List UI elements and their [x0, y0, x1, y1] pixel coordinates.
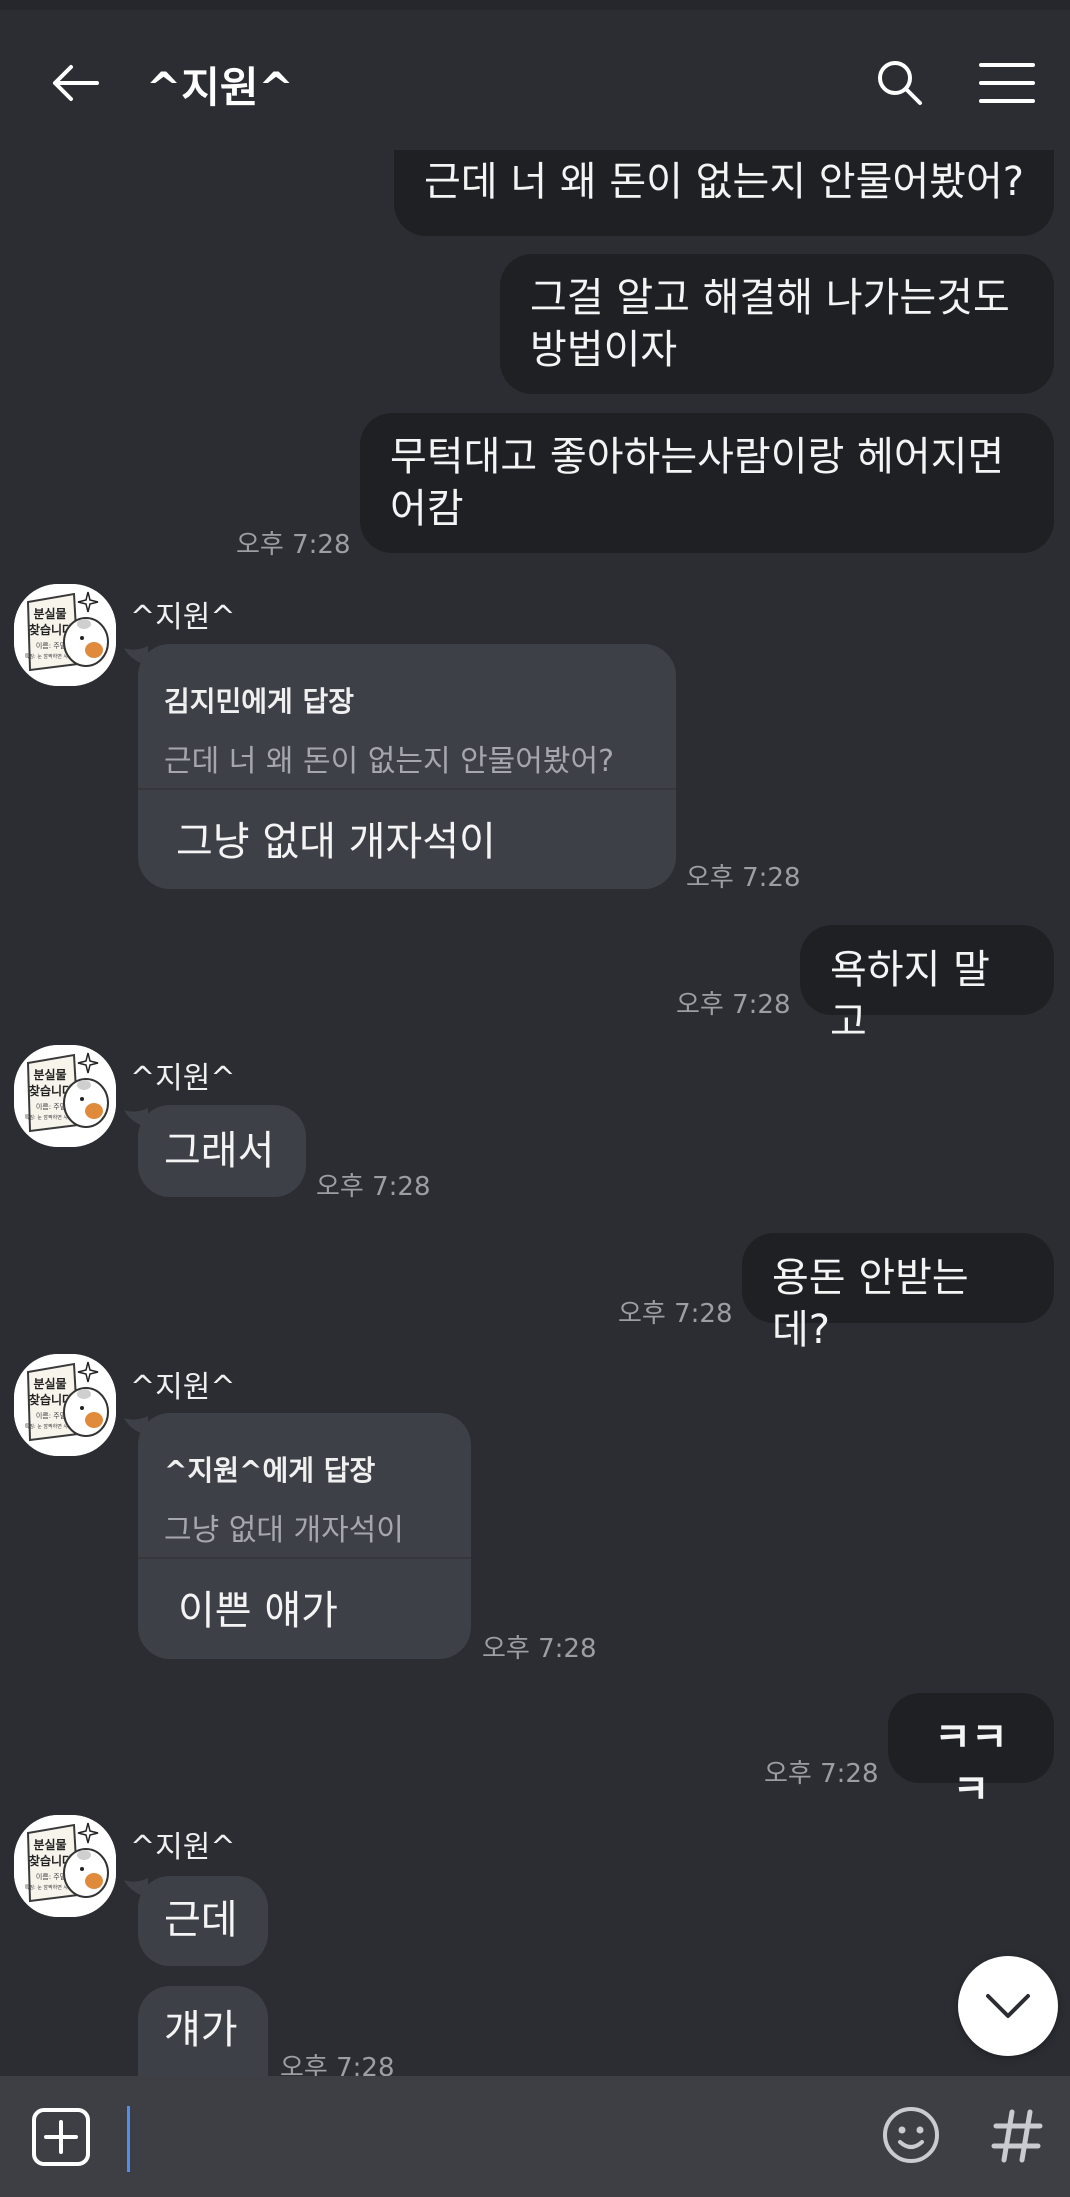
emoji-button[interactable]: [880, 2104, 942, 2166]
emoji-icon: [883, 2107, 939, 2163]
my-message-bubble[interactable]: 용돈 안받는데?: [742, 1233, 1054, 1353]
message-time: 오후 7:28: [686, 863, 801, 893]
avatar-sticker-image: 분실물 찾습니다 이름: 주말 특징: 눈 깜짝하면 사라짐: [14, 584, 116, 686]
attach-button[interactable]: [30, 2106, 92, 2168]
quoted-text: 근데 너 왜 돈이 없는지 안물어봤어?: [164, 744, 615, 779]
avatar-text: 이름: 주말: [36, 641, 67, 650]
message-text-line: 어캄: [390, 486, 464, 532]
message-input[interactable]: [118, 2096, 858, 2178]
reply-divider: [138, 1557, 471, 1559]
sender-name: ^지원^: [130, 1370, 236, 1405]
message-text-line: 방법이자: [530, 327, 678, 373]
avatar-sticker-image: 분실물 찾습니다 이름: 주말 특징: 눈 깜짝하면 사라짐: [14, 1045, 116, 1147]
scroll-to-bottom-button[interactable]: [958, 1956, 1058, 2056]
sender-name: ^지원^: [130, 600, 236, 635]
reply-divider: [138, 788, 676, 790]
my-message-bubble[interactable]: ㅋㅋㅋ: [888, 1693, 1054, 1813]
avatar-text: 분실물: [33, 1067, 66, 1082]
reply-to-label: 김지민에게 답장: [164, 685, 355, 718]
hashtag-button[interactable]: [990, 2106, 1046, 2166]
chat-header: ^지원^: [0, 10, 1070, 155]
message-time: 오후 7:28: [764, 1759, 879, 1789]
search-icon: [878, 60, 922, 105]
avatar-text: 분실물: [33, 1376, 66, 1391]
avatar-text: 분실물: [33, 1837, 66, 1852]
sender-name: ^지원^: [130, 1830, 236, 1865]
my-message-bubble[interactable]: 무턱대고 좋아하는사람이랑 헤어지면 어캄: [360, 413, 1054, 553]
avatar[interactable]: 분실물 찾습니다 이름: 주말 특징: 눈 깜짝하면 사라짐: [14, 1815, 116, 1917]
message-time: 오후 7:28: [676, 990, 791, 1020]
their-message-bubble[interactable]: 근데: [138, 1876, 268, 1966]
quoted-text: 그냥 없대 개자석이: [164, 1513, 404, 1548]
arrow-left-icon: [53, 64, 99, 101]
hamburger-menu-icon: [979, 62, 1035, 103]
avatar[interactable]: 분실물 찾습니다 이름: 주말 특징: 눈 깜짝하면 사라짐: [14, 584, 116, 686]
back-button[interactable]: [30, 10, 120, 155]
avatar-sticker-image: 분실물 찾습니다 이름: 주말 특징: 눈 깜짝하면 사라짐: [14, 1815, 116, 1917]
menu-button[interactable]: [968, 10, 1046, 155]
my-message-bubble[interactable]: 욕하지 말고: [800, 925, 1054, 1045]
chevron-down-icon: [986, 1994, 1030, 2018]
message-time: 오후 7:28: [236, 530, 351, 560]
avatar-text: 이름: 주말: [36, 1872, 67, 1881]
message-text-line: 무턱대고 좋아하는사람이랑 헤어지면: [390, 434, 1005, 480]
message-text: 이쁜 얘가: [178, 1588, 338, 1634]
my-message-bubble[interactable]: 근데 너 왜 돈이 없는지 안물어봤어?: [394, 150, 1054, 236]
search-button[interactable]: [860, 10, 940, 155]
message-text-line: 그걸 알고 해결해 나가는것도: [530, 275, 1010, 321]
message-text: 근데: [164, 1897, 238, 1943]
avatar-text: 이름: 주말: [36, 1411, 67, 1420]
message-text: 그냥 없대 개자석이: [176, 819, 496, 865]
their-message-bubble[interactable]: 걔가: [138, 1986, 268, 2076]
their-message-bubble[interactable]: 그래서: [138, 1105, 306, 1197]
message-text: 그래서: [164, 1128, 275, 1174]
message-input-bar: [0, 2076, 1070, 2197]
message-text: 근데 너 왜 돈이 없는지 안물어봤어?: [424, 159, 1025, 205]
reply-to-label: ^지원^에게 답장: [164, 1454, 376, 1487]
avatar-text: 분실물: [33, 606, 66, 621]
reply-header: 김지민에게 답장 근데 너 왜 돈이 없는지 안물어봤어?: [164, 676, 664, 788]
sender-name: ^지원^: [130, 1061, 236, 1096]
status-strip: [0, 0, 1070, 10]
reply-header: ^지원^에게 답장 그냥 없대 개자석이: [164, 1445, 464, 1557]
message-time: 오후 7:28: [618, 1299, 733, 1329]
reply-message-bubble[interactable]: 김지민에게 답장 근데 너 왜 돈이 없는지 안물어봤어? 그냥 없대 개자석이: [138, 644, 676, 889]
message-text: 욕하지 말고: [830, 947, 990, 1045]
avatar[interactable]: 분실물 찾습니다 이름: 주말 특징: 눈 깜짝하면 사라짐: [14, 1045, 116, 1147]
avatar-text: 이름: 주말: [36, 1102, 67, 1111]
message-text: ㅋㅋㅋ: [934, 1715, 1008, 1813]
reply-message-bubble[interactable]: ^지원^에게 답장 그냥 없대 개자석이 이쁜 얘가: [138, 1413, 471, 1659]
message-text: 걔가: [164, 2007, 238, 2053]
message-time: 오후 7:28: [316, 1172, 431, 1202]
text-cursor: [127, 2106, 130, 2172]
avatar[interactable]: 분실물 찾습니다 이름: 주말 특징: 눈 깜짝하면 사라짐: [14, 1354, 116, 1456]
plus-square-icon: [32, 2108, 90, 2166]
message-time: 오후 7:28: [482, 1634, 597, 1664]
message-text: 용돈 안받는데?: [772, 1255, 969, 1353]
my-message-bubble[interactable]: 그걸 알고 해결해 나가는것도 방법이자: [500, 254, 1054, 394]
hashtag-icon: [991, 2109, 1043, 2163]
chat-title: ^지원^: [146, 63, 294, 112]
avatar-sticker-image: 분실물 찾습니다 이름: 주말 특징: 눈 깜짝하면 사라짐: [14, 1354, 116, 1456]
